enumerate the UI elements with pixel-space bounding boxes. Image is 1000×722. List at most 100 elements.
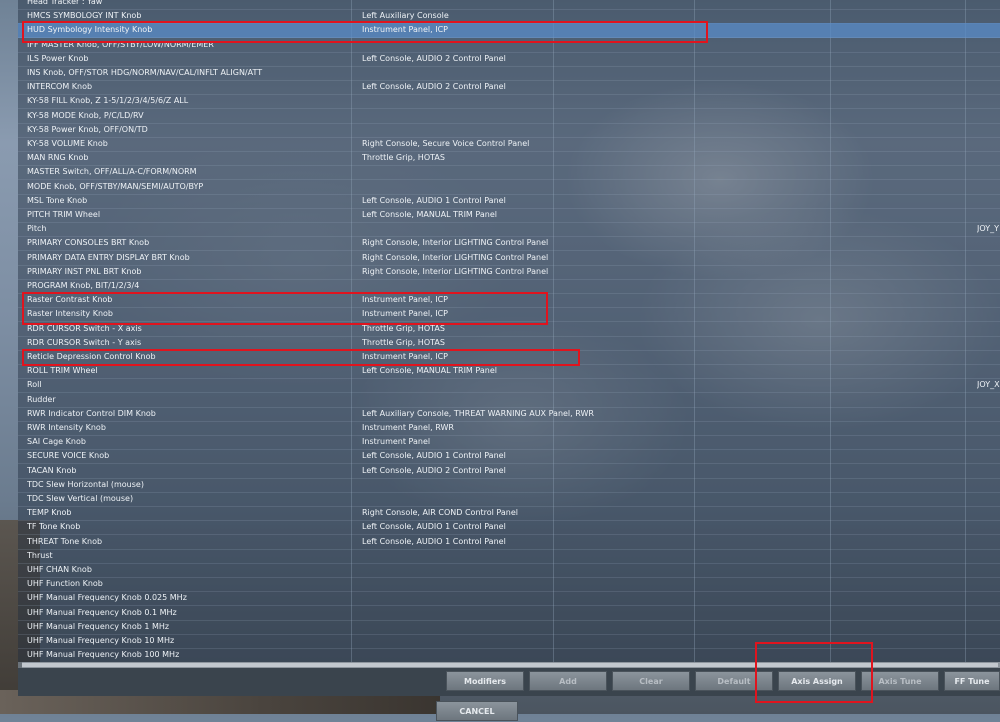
joystick-binding-cell[interactable] <box>977 0 1000 9</box>
joystick-binding-cell[interactable] <box>977 23 1000 37</box>
ff-tune-button[interactable]: FF Tune <box>944 671 1000 691</box>
table-row[interactable]: TEMP Knob Right Console, AIR COND Control… <box>18 506 1000 522</box>
table-row[interactable]: Reticle Depression Control Knob Instrumen… <box>18 350 1000 365</box>
joystick-binding-cell[interactable] <box>977 38 1000 52</box>
joystick-binding-cell[interactable] <box>977 208 1000 222</box>
joystick-binding-cell[interactable] <box>977 137 1000 151</box>
joystick-binding-cell[interactable] <box>977 535 1000 549</box>
table-row[interactable]: KY-58 Power Knob, OFF/ON/TD <box>18 123 1000 138</box>
table-row[interactable]: TDC Slew Horizontal (mouse) <box>18 478 1000 493</box>
table-row[interactable]: Thrust <box>18 549 1000 564</box>
joystick-binding-cell[interactable] <box>977 109 1000 123</box>
table-row[interactable]: HUD Symbology Intensity Knob Instrument P… <box>18 23 1000 39</box>
joystick-binding-cell[interactable] <box>977 606 1000 620</box>
joystick-binding-cell[interactable] <box>977 194 1000 208</box>
table-row[interactable]: KY-58 FILL Knob, Z 1-5/1/2/3/4/5/6/Z ALL <box>18 94 1000 110</box>
joystick-binding-cell[interactable] <box>977 94 1000 108</box>
clear-button[interactable]: Clear <box>612 671 690 691</box>
table-row[interactable]: HMCS SYMBOLOGY INT Knob Left Auxiliary Co… <box>18 9 1000 25</box>
table-row[interactable]: RWR Intensity Knob Instrument Panel, RWR <box>18 421 1000 436</box>
axis-tune-button[interactable]: Axis Tune <box>861 671 939 691</box>
table-row[interactable]: PROGRAM Knob, BIT/1/2/3/4 <box>18 279 1000 294</box>
joystick-binding-cell[interactable] <box>977 265 1000 279</box>
joystick-binding-cell[interactable] <box>977 322 1000 336</box>
joystick-binding-cell[interactable] <box>977 577 1000 591</box>
add-button[interactable]: Add <box>529 671 607 691</box>
table-row[interactable]: THREAT Tone Knob Left Console, AUDIO 1 Co… <box>18 535 1000 550</box>
joystick-binding-cell[interactable] <box>977 350 1000 364</box>
table-row[interactable]: UHF Manual Frequency Knob 1 MHz <box>18 620 1000 635</box>
table-row[interactable]: RDR CURSOR Switch - Y axis Throttle Grip,… <box>18 336 1000 351</box>
table-row[interactable]: INTERCOM Knob Left Console, AUDIO 2 Contr… <box>18 80 1000 96</box>
joystick-binding-cell[interactable] <box>977 520 1000 534</box>
joystick-binding-cell[interactable] <box>977 421 1000 435</box>
table-row[interactable]: TACAN Knob Left Console, AUDIO 2 Control … <box>18 464 1000 479</box>
joystick-binding-cell[interactable] <box>977 123 1000 137</box>
joystick-binding-cell[interactable] <box>977 180 1000 194</box>
joystick-binding-cell[interactable] <box>977 648 1000 662</box>
default-button[interactable]: Default <box>695 671 773 691</box>
joystick-binding-cell[interactable] <box>977 80 1000 94</box>
joystick-binding-cell[interactable] <box>977 563 1000 577</box>
joystick-binding-cell[interactable] <box>977 478 1000 492</box>
joystick-binding-cell[interactable] <box>977 52 1000 66</box>
joystick-binding-cell[interactable] <box>977 449 1000 463</box>
joystick-binding-cell[interactable] <box>977 336 1000 350</box>
joystick-binding-cell[interactable] <box>977 620 1000 634</box>
table-row[interactable]: ILS Power Knob Left Console, AUDIO 2 Cont… <box>18 52 1000 67</box>
table-row[interactable]: SAI Cage Knob Instrument Panel <box>18 435 1000 451</box>
table-row[interactable]: UHF Manual Frequency Knob 0.1 MHz <box>18 606 1000 621</box>
joystick-binding-cell[interactable] <box>977 549 1000 563</box>
joystick-binding-cell[interactable]: JOY_X <box>977 378 1000 392</box>
table-row[interactable]: MASTER Switch, OFF/ALL/A-C/FORM/NORM <box>18 165 1000 181</box>
joystick-binding-cell[interactable] <box>977 634 1000 648</box>
table-row[interactable]: Raster Intensity Knob Instrument Panel, I… <box>18 307 1000 323</box>
scrollbar-thumb[interactable] <box>22 663 998 667</box>
cancel-button[interactable]: CANCEL <box>436 701 518 721</box>
joystick-binding-cell[interactable] <box>977 307 1000 321</box>
table-row[interactable]: IFF MASTER Knob, OFF/STBY/LOW/NORM/EMER <box>18 38 1000 53</box>
joystick-binding-cell[interactable] <box>977 492 1000 506</box>
table-row[interactable]: UHF Manual Frequency Knob 0.025 MHz <box>18 591 1000 607</box>
table-row[interactable]: UHF Manual Frequency Knob 10 MHz <box>18 634 1000 649</box>
table-row[interactable]: MSL Tone Knob Left Console, AUDIO 1 Contr… <box>18 194 1000 209</box>
table-row[interactable]: ROLL TRIM Wheel Left Console, MANUAL TRIM… <box>18 364 1000 380</box>
table-row[interactable]: PRIMARY INST PNL BRT Knob Right Console, … <box>18 265 1000 280</box>
table-row[interactable]: PRIMARY CONSOLES BRT Knob Right Console, … <box>18 236 1000 252</box>
table-row[interactable]: Rudder <box>18 393 1000 408</box>
joystick-binding-cell[interactable] <box>977 464 1000 478</box>
table-row[interactable]: PRIMARY DATA ENTRY DISPLAY BRT Knob Right… <box>18 251 1000 266</box>
joystick-binding-cell[interactable] <box>977 293 1000 307</box>
joystick-binding-cell[interactable] <box>977 435 1000 449</box>
joystick-binding-cell[interactable] <box>977 165 1000 179</box>
table-row[interactable]: KY-58 MODE Knob, P/C/LD/RV <box>18 109 1000 124</box>
table-row[interactable]: KY-58 VOLUME Knob Right Console, Secure V… <box>18 137 1000 152</box>
joystick-binding-cell[interactable] <box>977 364 1000 378</box>
joystick-binding-cell[interactable] <box>977 251 1000 265</box>
table-row[interactable]: RDR CURSOR Switch - X axis Throttle Grip,… <box>18 322 1000 337</box>
joystick-binding-cell[interactable] <box>977 393 1000 407</box>
joystick-binding-cell[interactable] <box>977 9 1000 23</box>
modifiers-button[interactable]: Modifiers <box>446 671 524 691</box>
table-row[interactable]: UHF Function Knob <box>18 577 1000 593</box>
joystick-binding-cell[interactable] <box>977 506 1000 520</box>
table-row[interactable]: SECURE VOICE Knob Left Console, AUDIO 1 C… <box>18 449 1000 465</box>
table-row[interactable]: UHF CHAN Knob <box>18 563 1000 578</box>
table-row[interactable]: RWR Indicator Control DIM Knob Left Auxil… <box>18 407 1000 422</box>
joystick-binding-cell[interactable] <box>977 279 1000 293</box>
table-row[interactable]: TDC Slew Vertical (mouse) <box>18 492 1000 507</box>
joystick-binding-cell[interactable] <box>977 591 1000 605</box>
table-row[interactable]: MODE Knob, OFF/STBY/MAN/SEMI/AUTO/BYP <box>18 180 1000 195</box>
table-row[interactable]: MAN RNG Knob Throttle Grip, HOTAS <box>18 151 1000 167</box>
table-row[interactable]: Roll JOY_X <box>18 378 1000 394</box>
table-row[interactable]: UHF Manual Frequency Knob 100 MHz <box>18 648 1000 662</box>
axis-assign-button[interactable]: Axis Assign <box>778 671 856 691</box>
joystick-binding-cell[interactable] <box>977 66 1000 80</box>
table-row[interactable]: TF Tone Knob Left Console, AUDIO 1 Contro… <box>18 520 1000 536</box>
joystick-binding-cell[interactable] <box>977 407 1000 421</box>
table-row[interactable]: Pitch JOY_Y <box>18 222 1000 238</box>
table-row[interactable]: Raster Contrast Knob Instrument Panel, IC… <box>18 293 1000 309</box>
joystick-binding-cell[interactable]: JOY_Y <box>977 222 1000 236</box>
joystick-binding-cell[interactable] <box>977 236 1000 250</box>
table-row[interactable]: PITCH TRIM Wheel Left Console, MANUAL TRI… <box>18 208 1000 223</box>
